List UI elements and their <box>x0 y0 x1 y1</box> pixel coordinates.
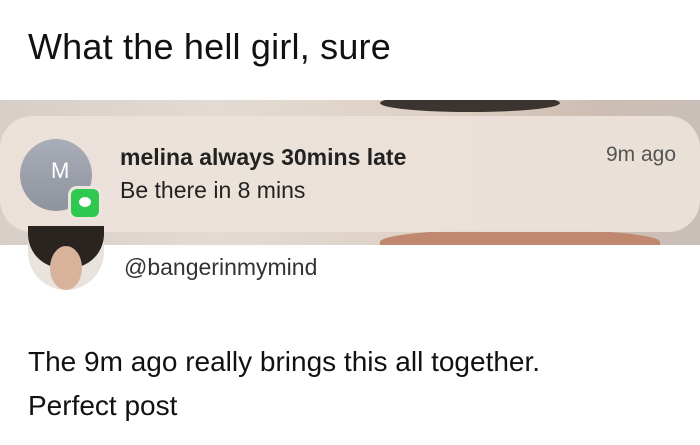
messages-icon <box>68 186 102 220</box>
avatar-face <box>50 246 82 290</box>
notification-time: 9m ago <box>605 143 676 166</box>
user-handle[interactable]: @bangerinmymind <box>124 254 317 281</box>
tweet-text: The 9m ago really brings this all togeth… <box>28 340 540 428</box>
notification-message: Be there in 8 mins <box>120 177 306 203</box>
user-avatar[interactable] <box>28 226 104 290</box>
photo-hair <box>380 100 560 112</box>
notification-sender: melina always 30mins late <box>120 144 407 170</box>
chat-bubble-icon <box>79 197 91 207</box>
tweet-line: Perfect post <box>28 390 178 421</box>
meme-caption: What the hell girl, sure <box>28 26 391 67</box>
avatar-initial: M <box>51 158 70 183</box>
message-notification[interactable]: M melina always 30mins late Be there in … <box>0 116 700 232</box>
photo-skin <box>380 230 660 245</box>
tweet-line: The 9m ago really brings this all togeth… <box>28 346 541 377</box>
